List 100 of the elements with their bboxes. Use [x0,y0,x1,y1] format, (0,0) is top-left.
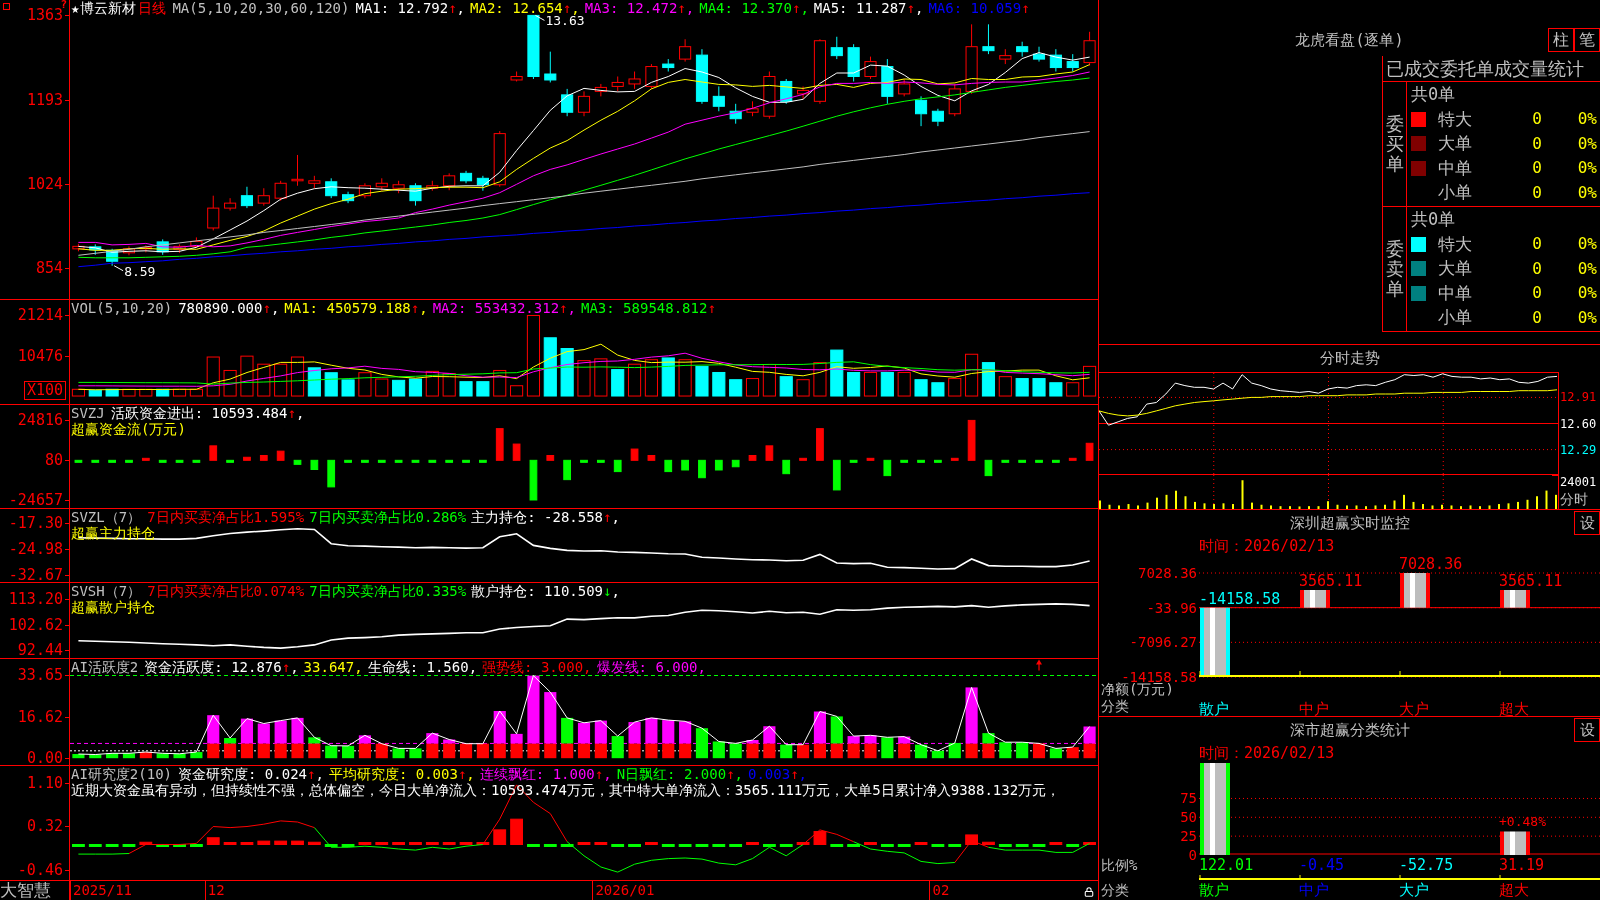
axis-tick-label: 16.62 [17,709,63,726]
indicator-reading: MA2: 553432.312↑, [432,300,576,316]
fund-flow-bar [529,459,538,501]
fund-flow-bar [866,457,875,461]
category-label: 散户 [1199,700,1229,718]
volume-bar [1108,504,1111,509]
fund-flow-bar [445,459,454,463]
candlestick [240,186,253,209]
indicator-reading: 平均研究度: 0.003↑, [328,766,475,782]
fund-flow-bar [293,459,302,465]
price-extreme-label: 13.63 [545,14,585,29]
fund-flow-bar [849,459,858,463]
order-size-label: 小单 [1438,181,1473,204]
fund-flow-bar [1018,459,1027,463]
fund-flow-bar [310,459,319,470]
axis-tick-label: 0.32 [26,818,63,835]
axis-tick-label: -33.96 [1146,599,1197,616]
fund-flow-bar [91,459,100,463]
fund-flow-bar [546,455,555,461]
candlestick [291,154,304,187]
bar-value-label: 3565.11 [1299,573,1363,589]
view-toggle-button[interactable]: 柱 [1548,28,1574,52]
indicator-reading: 强势线: 3.000, [482,659,592,675]
fund-flow-bar [934,459,942,463]
pane-caption: 超赢主力持仓 [71,525,155,541]
lock-icon [1084,887,1094,897]
order-count: 0 [1531,306,1543,329]
candlestick [89,243,102,256]
axis-tick-label: 1.10 [26,774,63,791]
axis-tick-label: -17.30 [8,515,63,532]
fund-flow-bar [411,459,420,463]
candlestick [679,38,692,63]
fund-flow-bar [1001,459,1010,463]
fund-flow-bar [816,428,824,461]
fund-flow-bar [832,459,841,491]
candlestick [830,36,843,60]
fund-flow-bar [597,459,605,463]
order-size-label: 大单 [1438,132,1473,155]
indicator-reading: 生命线: 1.560, [367,659,478,675]
settings-button[interactable]: 设 [1574,718,1600,742]
axis-tick-label: 0 [1188,848,1197,862]
period-label: 日线 [138,0,167,16]
fund-flow-bar [141,457,150,461]
bar-value-label: -14158.58 [1199,590,1281,607]
candlestick [695,48,709,105]
volume-bar [1488,505,1491,509]
volume-bar [1127,504,1130,509]
panel-title: 分时走势 [1318,348,1381,369]
order-percent: 0% [1577,132,1597,155]
indicator-reading: 资金研究度: 0.024↑, [178,766,324,782]
fund-flow-bar [158,459,167,463]
volume-bar [1317,506,1320,509]
volume-bar [1469,505,1472,509]
square-icon [3,3,10,10]
indicator-reading: MA3: 12.472↑, [584,0,695,16]
volume-bar [1203,503,1206,509]
axis-tick-label: 102.62 [8,617,63,633]
indicator-reading: 主力持仓: -28.558↑, [471,509,620,525]
volume-bar [1412,501,1415,509]
settings-button[interactable]: 设 [1574,511,1600,535]
axis-tick-label: -0.46 [17,862,63,879]
candlestick [106,248,119,267]
fund-flow-bar [714,459,723,471]
bar-value-label: -52.75 [1399,856,1454,874]
candlestick [915,95,928,127]
candlestick [72,243,85,252]
leader-line [534,14,545,21]
fund-flow-bar [563,459,571,481]
axis-tick-label: 1024 [26,175,63,192]
indicator-reading: 780890.000↑, [178,300,280,316]
category-label: 散户 [1199,881,1229,899]
view-toggle-button[interactable]: 笔 [1574,28,1600,52]
fund-flow-bar [900,459,909,463]
indicator-reading: 7日内买卖净占比0.074% [147,583,305,599]
candlestick [847,43,860,82]
axis-tick-label: 80 [44,452,63,469]
axis-tick-label: 1193 [26,91,63,108]
axis-tick-label: -24657 [8,492,63,508]
candlestick [999,48,1012,65]
order-size-label: 中单 [1438,281,1473,305]
fund-flow-bar [259,455,268,461]
indicator-reading: MA4: 12.370↑, [699,0,809,16]
volume-bar [1393,500,1396,509]
candlestick [173,243,186,254]
candlestick [746,100,759,117]
candlestick [763,71,776,120]
order-size-label: 中单 [1438,156,1473,180]
volume-bar [1450,505,1453,509]
indicator-reading: 7日内买卖净占比0.335% [309,583,467,599]
order-size-label: 小单 [1438,306,1473,329]
fund-flow-bar [580,459,588,463]
axis-tick-label: 12.29 [1560,442,1597,457]
axis-tick-label: 92.44 [17,642,63,658]
category-label: 中户 [1299,881,1329,899]
category-label: 中户 [1299,700,1329,718]
fund-flow-bar [917,459,925,463]
order-total: 共0单 [1410,208,1456,232]
fund-flow-bar [327,459,336,488]
star-mark: ★ [71,0,80,16]
candlestick [308,175,321,189]
